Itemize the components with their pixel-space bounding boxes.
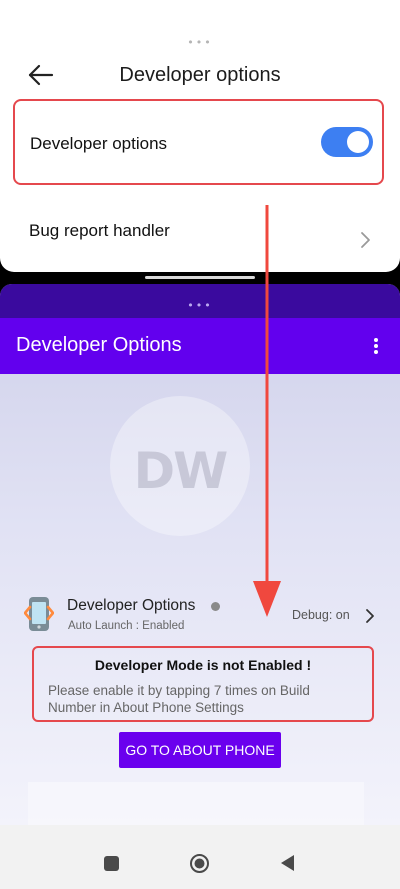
developer-options-label: Developer options bbox=[30, 134, 168, 153]
warning-title: Developer Mode is not Enabled ! bbox=[94, 657, 312, 673]
app-window: ••• Developer Options DW Developer Optio… bbox=[0, 284, 400, 825]
auto-launch-status: Auto Launch : Enabled bbox=[68, 620, 185, 632]
app-bar-title: Developer Options bbox=[16, 334, 182, 356]
page-title: Developer options bbox=[119, 64, 281, 86]
settings-window: ••• Developer options Developer options … bbox=[0, 0, 400, 272]
triangle-back-icon[interactable] bbox=[280, 854, 295, 872]
developer-mode-warning: Developer Mode is not Enabled ! Please e… bbox=[32, 646, 374, 722]
circle-home-icon[interactable] bbox=[189, 853, 210, 874]
status-dot-icon bbox=[211, 602, 220, 611]
split-screen-divider[interactable] bbox=[145, 276, 255, 279]
warning-message: Please enable it by tapping 7 times on B… bbox=[48, 683, 310, 715]
go-to-about-phone-button[interactable]: GO TO ABOUT PHONE bbox=[119, 732, 281, 768]
bug-report-handler-label: Bug report handler bbox=[29, 221, 170, 240]
watermark-text: DW bbox=[133, 442, 229, 500]
app-name: Developer Options bbox=[67, 597, 196, 614]
square-recents-icon[interactable] bbox=[104, 856, 119, 871]
system-nav-bar bbox=[0, 825, 400, 889]
kebab-menu-icon[interactable] bbox=[368, 336, 384, 358]
developer-options-toggle[interactable] bbox=[321, 127, 373, 157]
chevron-right-icon[interactable] bbox=[364, 607, 376, 625]
annotation-arrow-icon bbox=[250, 205, 284, 619]
toggle-knob bbox=[347, 131, 369, 153]
developer-options-row[interactable]: Developer options bbox=[13, 99, 384, 185]
chevron-right-icon bbox=[358, 230, 372, 250]
app-info-row[interactable]: Developer Options Auto Launch : Enabled … bbox=[0, 594, 400, 638]
bug-report-handler-row[interactable]: Bug report handler bbox=[0, 205, 400, 265]
debug-status: Debug: on bbox=[292, 608, 350, 622]
window-drag-handle[interactable]: ••• bbox=[0, 300, 400, 311]
app-bar: Developer Options bbox=[0, 318, 400, 374]
content-placeholder bbox=[28, 782, 364, 825]
window-drag-handle[interactable]: ••• bbox=[0, 37, 400, 48]
dw-watermark-logo: DW bbox=[110, 396, 250, 536]
developer-options-app-icon bbox=[23, 596, 55, 632]
settings-header: Developer options bbox=[0, 58, 400, 94]
